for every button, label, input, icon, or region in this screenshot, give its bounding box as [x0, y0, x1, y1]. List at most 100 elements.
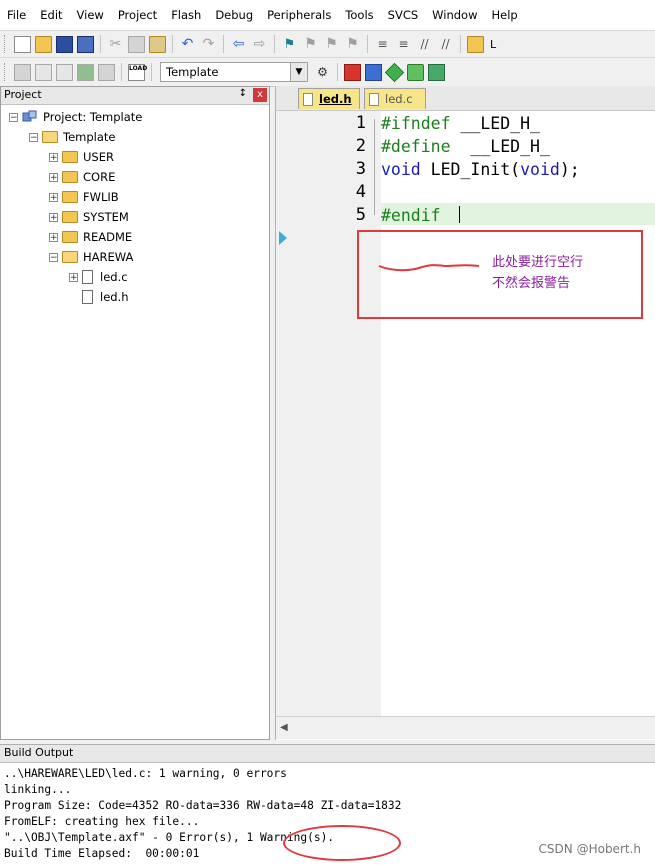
file-icon [82, 290, 93, 304]
menu-file[interactable]: File [0, 0, 33, 30]
build-output-line: Program Size: Code=4352 RO-data=336 RW-d… [4, 799, 402, 812]
menu-debug[interactable]: Debug [208, 0, 260, 30]
folder-icon [62, 151, 78, 163]
expand-icon[interactable]: + [49, 192, 58, 202]
tree-item-label: led.c [100, 270, 128, 284]
bookmark-next-icon[interactable]: ⚑ [323, 36, 340, 53]
tree-item-label: FWLIB [83, 190, 119, 204]
translate-icon[interactable] [14, 63, 31, 81]
tab-led-c[interactable]: led.c [364, 88, 426, 109]
stop-build-icon[interactable] [98, 63, 115, 81]
folder-icon [62, 171, 78, 183]
menu-window[interactable]: Window [425, 0, 484, 30]
build-toolbar: LOAD Template ▼ ⚙ [0, 57, 655, 87]
expand-icon[interactable]: + [49, 212, 58, 222]
tree-item-core[interactable]: + CORE [49, 167, 115, 187]
menu-project[interactable]: Project [111, 0, 164, 30]
target-folder-icon [42, 131, 58, 143]
code-token: #endif [381, 206, 441, 225]
manage-books-icon[interactable] [365, 63, 382, 81]
tree-item-led-h[interactable]: led.h [69, 287, 129, 307]
file-icon [82, 270, 93, 284]
tree-item-readme[interactable]: + README [49, 227, 132, 247]
tree-item-user[interactable]: + USER [49, 147, 114, 167]
copy-icon[interactable] [128, 35, 145, 53]
build-output-panel: Build Output ..\HAREWARE\LED\led.c: 1 wa… [0, 744, 655, 865]
select-pack-icon[interactable] [407, 63, 424, 81]
menu-edit[interactable]: Edit [33, 0, 69, 30]
code-line[interactable]: #define __LED_H_ [381, 137, 550, 156]
pack-installer-icon[interactable] [384, 62, 405, 82]
menu-tools[interactable]: Tools [338, 0, 380, 30]
target-select[interactable]: Template ▼ [160, 62, 308, 82]
unindent-icon[interactable]: ≡ [395, 36, 412, 53]
undo-icon[interactable]: ↶ [179, 36, 196, 53]
collapse-icon[interactable]: − [29, 132, 38, 142]
paste-icon[interactable] [149, 35, 166, 53]
manage-run-time-icon[interactable] [428, 63, 445, 81]
menu-help[interactable]: Help [485, 0, 525, 30]
warning-annotation-circle [283, 825, 401, 861]
expand-icon[interactable]: + [49, 232, 58, 242]
save-icon[interactable] [56, 35, 73, 53]
collapse-icon[interactable]: − [49, 252, 58, 262]
code-line[interactable]: #ifndef __LED_H_ [381, 114, 540, 133]
tree-item-led-c[interactable]: + led.c [69, 267, 128, 287]
collapse-icon[interactable]: − [9, 112, 18, 122]
tree-item-system[interactable]: + SYSTEM [49, 207, 129, 227]
tree-item-label: Project: Template [43, 110, 143, 124]
expand-icon[interactable]: + [69, 272, 78, 282]
rebuild-icon[interactable] [56, 63, 73, 81]
build-output-line: FromELF: creating hex file... [4, 815, 200, 828]
bookmark-clear-icon[interactable]: ⚑ [344, 36, 361, 53]
code-token: ); [559, 160, 580, 179]
build-icon[interactable] [35, 63, 52, 81]
toolbar-grip[interactable] [4, 35, 8, 53]
menu-svcs[interactable]: SVCS [381, 0, 426, 30]
code-line[interactable]: void LED_Init(void); [381, 160, 580, 179]
bookmark-prev-icon[interactable]: ⚑ [302, 36, 319, 53]
comment-icon[interactable]: // [416, 36, 433, 53]
pin-icon[interactable]: ↕ [239, 88, 247, 99]
redo-icon[interactable]: ↷ [200, 36, 217, 53]
tree-item-fwlib[interactable]: + FWLIB [49, 187, 119, 207]
cut-icon[interactable]: ✂ [107, 36, 124, 53]
tree-item-project-template[interactable]: − Project: Template [9, 107, 142, 127]
save-all-icon[interactable] [77, 35, 94, 53]
execution-arrow-icon [279, 231, 287, 245]
standard-toolbar: ✂ ↶ ↷ ⇦ ⇨ ⚑ ⚑ ⚑ ⚑ ≡ ≡ // // L [0, 30, 655, 57]
menu-peripherals[interactable]: Peripherals [260, 0, 338, 30]
indent-icon[interactable]: ≡ [374, 36, 391, 53]
expand-icon[interactable]: + [49, 172, 58, 182]
open-folder-icon[interactable] [35, 35, 52, 53]
navigate-back-icon[interactable]: ⇦ [230, 36, 247, 53]
menu-view[interactable]: View [70, 0, 111, 30]
chevron-down-icon[interactable]: ▼ [290, 63, 307, 81]
code-token: #ifndef [381, 114, 451, 133]
scroll-left-arrow-icon[interactable]: ◀ [280, 722, 288, 733]
uncomment-icon[interactable]: // [437, 36, 454, 53]
line-number: 1 [355, 113, 366, 133]
toolbar-grip[interactable] [4, 63, 8, 81]
expand-icon[interactable]: + [49, 152, 58, 162]
target-options-icon[interactable]: ⚙ [314, 64, 331, 81]
new-file-icon[interactable] [14, 35, 31, 53]
download-icon[interactable]: LOAD [128, 63, 147, 81]
code-token: void [520, 160, 560, 179]
close-icon[interactable]: x [253, 88, 267, 102]
find-in-files-icon[interactable] [467, 35, 484, 53]
code-line[interactable]: #endif [381, 206, 441, 225]
tree-item-harewa[interactable]: − HAREWA [49, 247, 133, 267]
menu-flash[interactable]: Flash [164, 0, 208, 30]
horizontal-scrollbar[interactable]: ◀ [276, 716, 655, 739]
tab-led-h[interactable]: led.h [298, 88, 360, 109]
watermark: CSDN @Hobert.h [538, 842, 641, 856]
tree-item-template[interactable]: − Template [29, 127, 115, 147]
bookmark-toggle-icon[interactable]: ⚑ [281, 36, 298, 53]
file-icon [369, 92, 379, 106]
code-token: __LED_H_ [450, 137, 550, 156]
editor-gutter: 1 2 3 4 5 [276, 111, 381, 716]
batch-build-icon[interactable] [77, 63, 94, 81]
navigate-forward-icon[interactable]: ⇨ [251, 36, 268, 53]
manage-components-icon[interactable] [344, 63, 361, 81]
